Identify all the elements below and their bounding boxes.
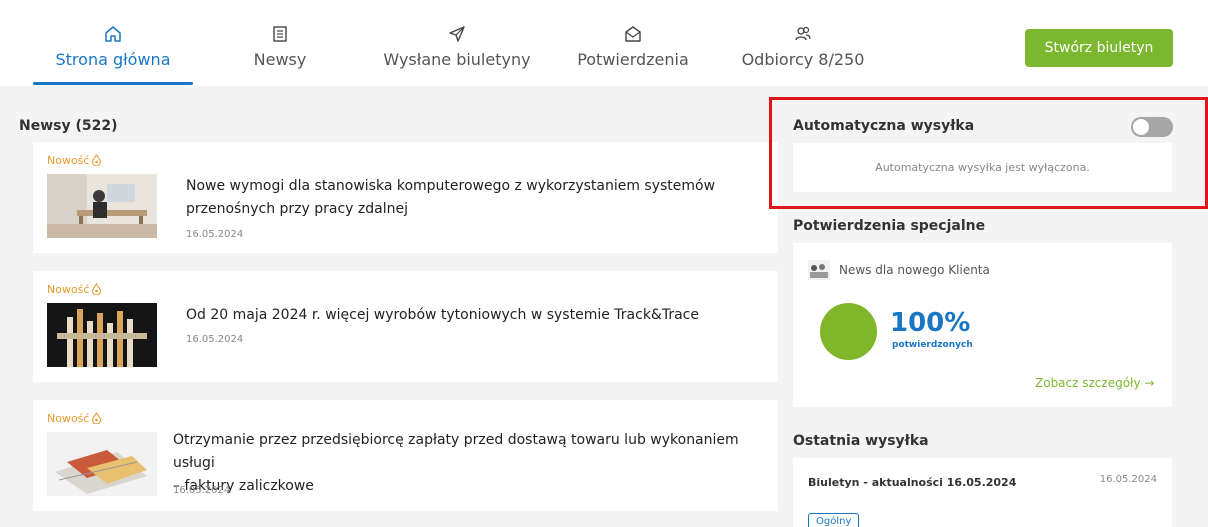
tab-recipients[interactable]: Odbiorcy 8/250: [730, 24, 876, 69]
news-title[interactable]: Otrzymanie przez przedsiębiorcę zapłaty …: [173, 429, 773, 498]
category-tag: Ogólny: [808, 513, 860, 527]
news-date: 16.05.2024: [186, 334, 244, 345]
top-navigation: Strona główna Newsy Wysłane biuletyny Po…: [0, 0, 1208, 86]
special-confirmations-title: Potwierdzenia specjalne: [793, 218, 986, 234]
last-sending-date: 16.05.2024: [1099, 474, 1157, 485]
drop-icon: [92, 283, 102, 296]
tab-label: Newsy: [253, 50, 307, 69]
tab-label: Odbiorcy 8/250: [741, 50, 865, 69]
news-title[interactable]: Nowe wymogi dla stanowiska komputerowego…: [186, 175, 766, 221]
special-item-label[interactable]: News dla nowego Klienta: [839, 263, 990, 277]
news-date: 16.05.2024: [173, 485, 231, 496]
news-thumbnail[interactable]: [47, 303, 157, 367]
news-card[interactable]: Nowość Od 20 maja 2024 r. więcej wyrobów…: [33, 271, 778, 382]
tab-label: Strona główna: [55, 50, 171, 69]
home-icon: [48, 24, 178, 48]
last-sending-title: Ostatnia wysyłka: [793, 433, 929, 449]
see-details-link[interactable]: Zobacz szczegóły →: [1035, 376, 1154, 390]
news-date: 16.05.2024: [186, 229, 244, 240]
confirmation-percent: 100%: [890, 308, 971, 338]
users-icon: [730, 24, 876, 48]
news-thumbnail[interactable]: [47, 432, 157, 496]
news-section-title: Newsy (522): [19, 118, 118, 134]
news-card[interactable]: Nowość Nowe wymogi dla stanowiska komput…: [33, 142, 778, 253]
drop-icon: [92, 412, 102, 425]
new-badge: Nowość: [47, 154, 102, 167]
create-newsletter-button[interactable]: Stwórz biuletyn: [1025, 29, 1173, 67]
tab-label: Potwierdzenia: [577, 50, 689, 69]
news-card[interactable]: Nowość Otrzymanie przez przedsiębiorcę z…: [33, 400, 778, 511]
confirmation-percent-label: potwierdzonych: [892, 340, 973, 350]
tab-home[interactable]: Strona główna: [48, 24, 178, 69]
last-sending-item-title[interactable]: Biuletyn - aktualności 16.05.2024: [808, 476, 1016, 489]
envelope-open-icon: [574, 24, 692, 48]
paper-plane-icon: [382, 24, 532, 48]
newspaper-icon: [245, 24, 315, 48]
news-thumbnail[interactable]: [47, 174, 157, 238]
news-title[interactable]: Od 20 maja 2024 r. więcej wyrobów tytoni…: [186, 304, 766, 327]
tab-label: Wysłane biuletyny: [383, 50, 531, 69]
active-tab-indicator: [33, 82, 193, 85]
highlight-box: [769, 97, 1208, 209]
new-badge: Nowość: [47, 412, 102, 425]
drop-icon: [92, 154, 102, 167]
new-badge: Nowość: [47, 283, 102, 296]
news-image-icon: [808, 260, 830, 280]
confirmation-progress-circle: [820, 303, 877, 360]
tab-sent-newsletters[interactable]: Wysłane biuletyny: [382, 24, 532, 69]
tab-confirmations[interactable]: Potwierdzenia: [574, 24, 692, 69]
tab-news[interactable]: Newsy: [245, 24, 315, 69]
